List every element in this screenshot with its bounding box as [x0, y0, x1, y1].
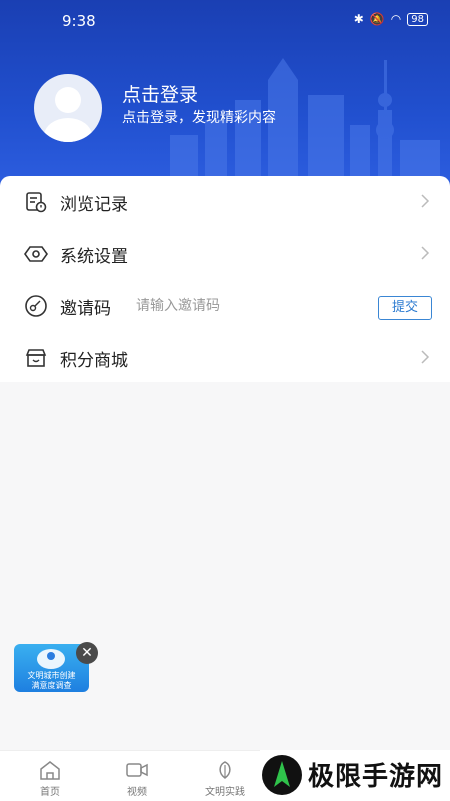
status-icons: ✱ 🔕 ◠ 98: [354, 12, 428, 26]
menu-item-history[interactable]: 浏览记录: [0, 176, 450, 228]
wifi-icon: ◠: [390, 12, 402, 26]
watermark: 极限手游网: [260, 750, 450, 800]
menu-item-points-mall[interactable]: 积分商城: [0, 332, 450, 384]
close-icon[interactable]: ✕: [76, 642, 98, 664]
watermark-text: 极限手游网: [308, 762, 444, 792]
status-time: 9:38: [62, 12, 96, 30]
history-label: 浏览记录: [60, 195, 128, 215]
invite-label: 邀请码: [60, 299, 111, 319]
tab-practice-label: 文明实践: [205, 787, 245, 798]
avatar[interactable]: [34, 74, 102, 142]
chevron-right-icon: [421, 350, 430, 364]
store-icon: [25, 349, 47, 367]
key-icon: [25, 295, 47, 317]
points-mall-label: 积分商城: [60, 351, 128, 371]
tab-home-label: 首页: [40, 787, 60, 798]
menu-list: 浏览记录 系统设置 邀请码 提交 积分商城: [0, 176, 450, 382]
settings-label: 系统设置: [60, 247, 128, 267]
tab-civilization-practice[interactable]: 文明实践: [185, 751, 265, 801]
profile-header: 9:38 ✱ 🔕 ◠ 98 点击登录 点击登录，发现精彩内容: [0, 0, 450, 190]
tab-video[interactable]: 视频: [97, 751, 177, 801]
video-camera-icon: [126, 763, 148, 777]
login-title[interactable]: 点击登录: [122, 80, 198, 107]
login-subtitle: 点击登录，发现精彩内容: [122, 110, 276, 126]
chevron-right-icon: [421, 246, 430, 260]
mute-icon: 🔕: [369, 12, 385, 26]
status-bar: 9:38 ✱ 🔕 ◠ 98: [0, 10, 450, 34]
bluetooth-icon: ✱: [353, 12, 364, 26]
survey-line2: 满意度调查: [31, 681, 72, 690]
history-icon: [26, 192, 47, 213]
tab-video-label: 视频: [127, 787, 147, 798]
submit-button[interactable]: 提交: [378, 296, 432, 320]
invite-code-input[interactable]: [134, 294, 358, 318]
survey-line1: 文明城市创建: [27, 671, 76, 680]
tab-home[interactable]: 首页: [10, 751, 90, 801]
settings-icon: [24, 246, 48, 262]
menu-item-invite: 邀请码 提交: [0, 280, 450, 332]
chevron-right-icon: [421, 194, 430, 208]
practice-icon: [219, 761, 231, 779]
home-icon: [40, 761, 60, 780]
menu-item-settings[interactable]: 系统设置: [0, 228, 450, 280]
watermark-logo-icon: [262, 755, 302, 795]
user-silhouette-icon: [44, 87, 92, 142]
battery-icon: 98: [407, 12, 428, 26]
